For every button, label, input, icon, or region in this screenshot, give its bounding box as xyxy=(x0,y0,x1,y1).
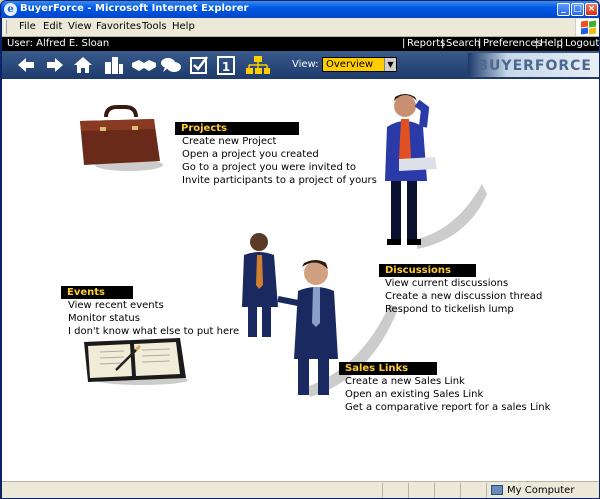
status-cell xyxy=(434,483,460,498)
org-chart-icon[interactable] xyxy=(245,54,271,76)
user-bar: User: Alfred E. Sloan | Reports | Search… xyxy=(2,37,599,51)
home-icon[interactable] xyxy=(72,54,94,76)
close-button[interactable]: × xyxy=(585,3,598,16)
status-cell xyxy=(460,483,486,498)
menu-grip xyxy=(4,20,7,34)
recent-events-link[interactable]: View recent events xyxy=(68,300,164,311)
back-arrow-icon[interactable] xyxy=(15,54,37,76)
current-user: User: Alfred E. Sloan xyxy=(7,38,110,49)
title-bar: e BuyerForce - Microsoft Internet Explor… xyxy=(1,1,599,18)
preferences-link[interactable]: Preferences xyxy=(483,38,542,49)
logout-link[interactable]: Logout xyxy=(565,38,599,49)
create-project-link[interactable]: Create new Project xyxy=(182,136,276,147)
checkbox-icon[interactable] xyxy=(188,54,210,76)
overview-content: Projects Create new Project Open a proje… xyxy=(2,79,599,481)
window-title: BuyerForce - Microsoft Internet Explorer xyxy=(20,3,249,14)
view-discussions-link[interactable]: View current discussions xyxy=(385,278,508,289)
ie-icon: e xyxy=(4,3,17,16)
sales-links-title: Sales Links xyxy=(339,362,437,375)
status-bar: My Computer xyxy=(2,481,599,498)
projects-title: Projects xyxy=(175,122,299,135)
briefcase-image xyxy=(80,105,163,171)
zone-label: My Computer xyxy=(507,485,575,496)
monitor-status-link[interactable]: Monitor status xyxy=(68,313,140,324)
minimize-button[interactable]: _ xyxy=(557,3,570,16)
events-other-link[interactable]: I don't know what else to put here xyxy=(68,326,239,337)
status-cell xyxy=(382,483,408,498)
svg-text:1: 1 xyxy=(222,60,230,74)
chat-icon[interactable] xyxy=(160,54,182,76)
app-toolbar: 1 View: Overview ▼ BUYERFORCE xyxy=(2,51,599,79)
view-label: View: xyxy=(292,59,319,70)
comparative-report-link[interactable]: Get a comparative report for a sales Lin… xyxy=(345,402,550,413)
buildings-icon[interactable] xyxy=(103,54,125,76)
brand-logo: BUYERFORCE xyxy=(468,53,599,77)
windows-logo-icon xyxy=(575,19,599,36)
handshake-icon[interactable] xyxy=(131,54,157,76)
invited-project-link[interactable]: Go to a project you were invited to xyxy=(182,162,356,173)
forward-arrow-icon[interactable] xyxy=(44,54,66,76)
computer-icon xyxy=(491,485,503,495)
menu-view[interactable]: View xyxy=(68,21,92,32)
menu-help[interactable]: Help xyxy=(172,21,195,32)
menu-bar: File Edit View Favorites Tools Help xyxy=(2,18,599,37)
menu-favorites[interactable]: Favorites xyxy=(96,21,141,32)
events-title: Events xyxy=(61,286,133,299)
open-sales-link-link[interactable]: Open an existing Sales Link xyxy=(345,389,483,400)
calendar-icon[interactable]: 1 xyxy=(215,54,237,76)
new-sales-link-link[interactable]: Create a new Sales Link xyxy=(345,376,465,387)
security-zone: My Computer xyxy=(486,483,598,498)
reports-link[interactable]: Reports xyxy=(407,38,445,49)
maximize-button[interactable]: □ xyxy=(571,3,584,16)
open-project-link[interactable]: Open a project you created xyxy=(182,149,319,160)
chevron-down-icon[interactable]: ▼ xyxy=(384,58,396,71)
menu-tools[interactable]: Tools xyxy=(142,21,167,32)
respond-discussion-link[interactable]: Respond to tickelish lump xyxy=(385,304,514,315)
menu-file[interactable]: File xyxy=(19,21,36,32)
view-select[interactable]: Overview ▼ xyxy=(322,57,397,72)
planner-book-image xyxy=(84,338,188,385)
new-discussion-link[interactable]: Create a new discussion thread xyxy=(385,291,542,302)
search-link[interactable]: Search xyxy=(446,38,480,49)
invite-participants-link[interactable]: Invite participants to a project of your… xyxy=(182,175,377,186)
menu-edit[interactable]: Edit xyxy=(43,21,62,32)
status-cell xyxy=(408,483,434,498)
view-select-value: Overview xyxy=(326,59,374,70)
discussions-title: Discussions xyxy=(379,264,476,277)
browser-window: e BuyerForce - Microsoft Internet Explor… xyxy=(0,0,600,499)
brand-text: BUYERFORCE xyxy=(477,58,592,74)
